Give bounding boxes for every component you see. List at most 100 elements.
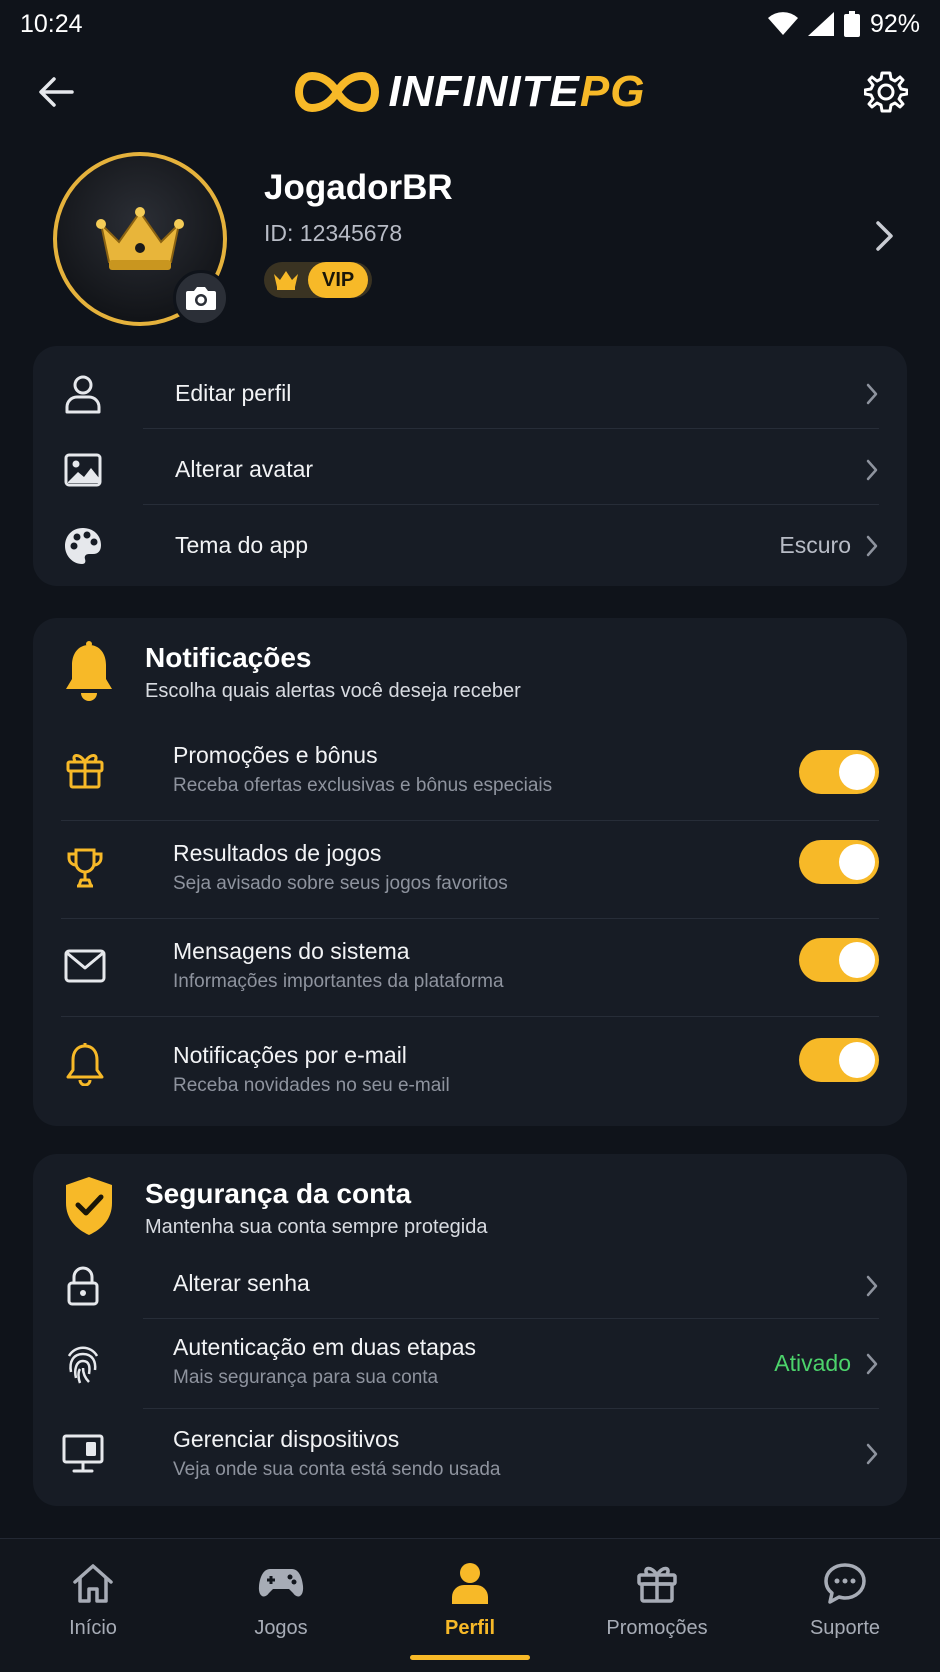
app-logo: INFINITEPG — [294, 67, 646, 117]
notification-subtitle: Receba novidades no seu e-mail — [173, 1075, 450, 1096]
notification-item-game-results: Resultados de jogos Seja avisado sobre s… — [61, 840, 879, 900]
status-bar: 10:24 92% — [0, 0, 940, 48]
divider — [143, 428, 879, 429]
security-item-title: Gerenciar dispositivos — [173, 1426, 400, 1452]
divider — [61, 918, 879, 919]
menu-item-trailing: Escuro — [779, 532, 879, 559]
battery-percentage: 92% — [869, 9, 920, 38]
nav-label: Perfil — [444, 1617, 496, 1639]
security-item-title: Alterar senha — [173, 1270, 310, 1296]
monitor-icon — [61, 1432, 105, 1476]
menu-item-label: Editar perfil — [175, 380, 292, 406]
arrow-left-icon — [39, 77, 74, 107]
chevron-right-icon — [866, 535, 878, 556]
menu-item-edit-profile[interactable]: Editar perfil — [61, 370, 879, 418]
nav-item-profile[interactable]: Perfil — [385, 1559, 555, 1659]
notifications-card: Notificações Escolha quais alertas você … — [33, 618, 907, 1126]
account-security-card: Segurança da conta Mantenha sua conta se… — [33, 1154, 907, 1506]
settings-button[interactable] — [860, 66, 912, 118]
camera-icon — [186, 287, 216, 310]
notification-title: Notificações por e-mail — [173, 1042, 407, 1068]
two-factor-status: Ativado — [774, 1350, 851, 1376]
change-photo-button[interactable] — [173, 270, 229, 326]
account-settings-card: Editar perfil Alterar avatar Tema do app… — [33, 346, 907, 586]
nav-item-promotions[interactable]: Promoções — [572, 1559, 742, 1659]
system-messages-toggle[interactable] — [799, 938, 879, 982]
notification-title: Resultados de jogos — [173, 840, 382, 866]
promotions-toggle[interactable] — [799, 750, 879, 794]
toggle-knob — [839, 754, 875, 790]
top-app-bar: INFINITEPG — [0, 52, 940, 132]
security-item-trailing — [865, 1274, 879, 1298]
nav-item-home[interactable]: Início — [8, 1559, 178, 1659]
gear-icon — [864, 71, 908, 113]
menu-item-change-avatar[interactable]: Alterar avatar — [61, 446, 879, 494]
theme-value: Escuro — [779, 532, 851, 558]
security-item-title: Autenticação em duas etapas — [173, 1334, 477, 1360]
nav-label: Suporte — [809, 1617, 881, 1639]
battery-icon — [843, 11, 860, 37]
security-item-manage-devices[interactable]: Gerenciar dispositivos Veja onde sua con… — [61, 1426, 879, 1486]
toggle-knob — [839, 942, 875, 978]
divider — [61, 1016, 879, 1017]
status-indicators: 92% — [767, 9, 920, 39]
nav-item-games[interactable]: Jogos — [196, 1559, 366, 1659]
vip-crown-icon — [264, 262, 308, 298]
logo-text-main: INFINITE — [388, 67, 580, 116]
menu-item-trailing — [865, 458, 879, 482]
palette-icon — [61, 524, 105, 568]
back-button[interactable] — [34, 70, 78, 114]
shield-check-icon — [61, 1174, 117, 1238]
gift-icon — [63, 748, 107, 792]
notification-title: Mensagens do sistema — [173, 938, 410, 964]
fingerprint-icon — [61, 1342, 105, 1386]
user-icon — [61, 372, 105, 416]
security-item-subtitle: Veja onde sua conta está sendo usada — [173, 1459, 501, 1480]
vip-label: VIP — [308, 262, 369, 298]
divider — [143, 504, 879, 505]
game-results-toggle[interactable] — [799, 840, 879, 884]
security-item-change-password[interactable]: Alterar senha — [61, 1264, 879, 1310]
security-item-subtitle: Mais segurança para sua conta — [173, 1367, 439, 1388]
cellular-signal-icon — [807, 12, 834, 36]
chevron-right-icon — [866, 1353, 878, 1374]
nav-item-support[interactable]: Suporte — [760, 1559, 930, 1659]
gamepad-icon — [257, 1559, 305, 1607]
chevron-right-icon — [866, 1443, 878, 1465]
chevron-right-icon — [866, 459, 878, 481]
chevron-right-icon[interactable] — [874, 220, 894, 257]
person-icon — [446, 1559, 494, 1607]
status-time: 10:24 — [20, 9, 83, 38]
divider — [143, 1408, 879, 1409]
lock-icon — [61, 1264, 105, 1308]
notification-subtitle: Receba ofertas exclusivas e bônus especi… — [173, 775, 553, 796]
notification-item-email: Notificações por e-mail Receba novidades… — [61, 1038, 879, 1102]
divider — [143, 1318, 879, 1319]
menu-item-trailing — [865, 382, 879, 406]
menu-item-label: Tema do app — [175, 532, 308, 558]
profile-id: ID: 12345678 — [264, 220, 403, 246]
chevron-right-icon — [866, 1275, 878, 1297]
security-item-trailing — [865, 1442, 879, 1466]
section-subtitle: Mantenha sua conta sempre protegida — [145, 1216, 488, 1238]
profile-header[interactable]: JogadorBR ID: 12345678 VIP — [0, 150, 940, 330]
chat-icon — [821, 1559, 869, 1607]
notification-item-promotions: Promoções e bônus Receba ofertas exclusi… — [61, 742, 879, 802]
menu-item-app-theme[interactable]: Tema do app Escuro — [61, 522, 879, 570]
mail-icon — [63, 944, 107, 988]
notification-subtitle: Informações importantes da plataforma — [173, 971, 504, 992]
notification-subtitle: Seja avisado sobre seus jogos favoritos — [173, 873, 508, 894]
toggle-knob — [839, 844, 875, 880]
section-title: Notificações — [145, 642, 312, 673]
nav-label: Jogos — [254, 1617, 308, 1639]
vip-badge: VIP — [264, 262, 372, 298]
nav-label: Início — [69, 1617, 117, 1639]
security-item-two-factor[interactable]: Autenticação em duas etapas Mais seguran… — [61, 1334, 879, 1394]
email-notifications-toggle[interactable] — [799, 1038, 879, 1082]
divider — [61, 820, 879, 821]
notification-item-system-messages: Mensagens do sistema Informações importa… — [61, 938, 879, 998]
bell-outline-icon — [63, 1042, 107, 1086]
bottom-navigation: Início Jogos Perfil Promoções Suporte — [0, 1538, 940, 1672]
menu-item-label: Alterar avatar — [175, 456, 314, 482]
toggle-knob — [839, 1042, 875, 1078]
